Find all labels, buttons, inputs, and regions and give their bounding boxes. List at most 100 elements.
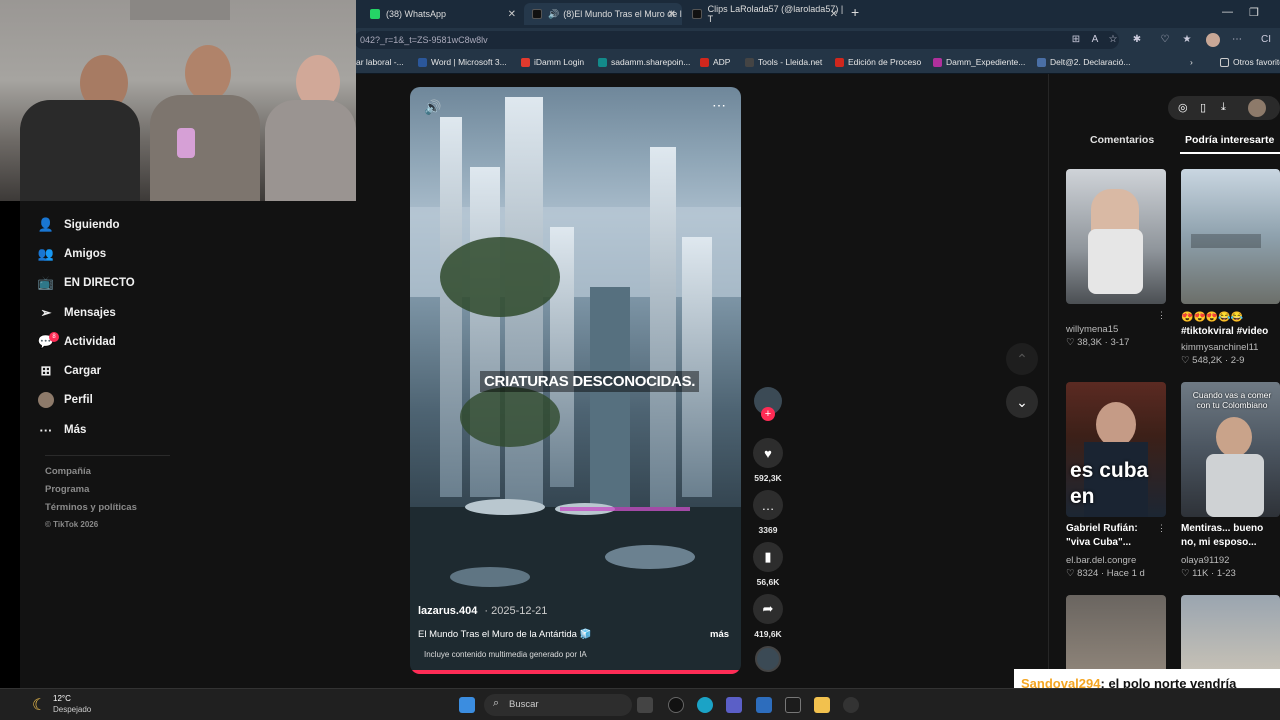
tiktok-app-icon[interactable] bbox=[668, 697, 684, 713]
bookmark-folder[interactable]: Otros favoritos bbox=[1220, 57, 1280, 67]
app-icon[interactable] bbox=[785, 697, 801, 713]
comment-button[interactable]: … 3369 bbox=[752, 490, 784, 535]
sidebar-item-profile[interactable]: Perfil bbox=[37, 392, 93, 408]
bookmark-item[interactable]: iDamm Login bbox=[521, 57, 584, 67]
sidebar-item-upload[interactable]: ⊞ Cargar bbox=[37, 363, 102, 379]
folder-icon bbox=[1220, 57, 1229, 67]
translate-icon[interactable]: A bbox=[1088, 33, 1102, 47]
tab-label: (38) WhatsApp bbox=[386, 9, 447, 19]
follow-plus-icon[interactable]: + bbox=[761, 407, 775, 421]
close-tab-icon[interactable]: ✕ bbox=[830, 9, 838, 20]
sharepoint-icon bbox=[598, 57, 607, 67]
extensions-icon[interactable]: ✱ bbox=[1130, 33, 1144, 47]
weather-status[interactable]: Despejado bbox=[53, 705, 91, 714]
tab-recommendations[interactable]: Podría interesarte bbox=[1185, 134, 1274, 146]
save-button[interactable]: ▮ 56,6K bbox=[752, 542, 784, 587]
video-thumbnail[interactable] bbox=[1066, 595, 1166, 675]
footer-link-company[interactable]: Compañía bbox=[45, 466, 91, 477]
card-user[interactable]: willymena15 bbox=[1066, 324, 1118, 335]
download-icon[interactable]: ⤓ bbox=[1221, 101, 1226, 114]
copyright: © TikTok 2026 bbox=[45, 520, 99, 529]
compass-icon[interactable]: ◎ bbox=[1178, 101, 1188, 114]
close-tab-icon[interactable]: ✕ bbox=[668, 9, 676, 20]
folder-icon[interactable] bbox=[814, 697, 830, 713]
card-menu-icon[interactable]: ⋮ bbox=[1157, 310, 1166, 321]
sidebar-item-more[interactable]: ··· Más bbox=[37, 422, 87, 438]
volume-icon[interactable]: 🔊 bbox=[424, 99, 441, 116]
comment-icon: … bbox=[753, 490, 783, 520]
phone-icon[interactable]: ▯ bbox=[1200, 101, 1206, 114]
thumbnail-overlay-text: es cuba en bbox=[1070, 459, 1149, 508]
app-icon[interactable]: ⊞ bbox=[1069, 33, 1083, 47]
browser-essentials-icon[interactable]: ♡ bbox=[1158, 33, 1172, 47]
restore-button[interactable]: ❐ bbox=[1249, 6, 1259, 19]
card-title[interactable]: Gabriel Rufián: "viva Cuba"... bbox=[1066, 522, 1154, 550]
url-input[interactable]: 042?_r=1&_t=ZS-9581wC8w8lv bbox=[354, 31, 1119, 49]
video-date: 2025-12-21 bbox=[491, 605, 548, 617]
new-tab-button[interactable]: + bbox=[851, 4, 859, 20]
card-menu-icon[interactable]: ⋮ bbox=[1157, 523, 1166, 534]
tab-comments[interactable]: Comentarios bbox=[1090, 134, 1154, 146]
sidebar-item-messages[interactable]: ➢ Mensajes bbox=[37, 305, 116, 321]
chevron-right-icon[interactable]: › bbox=[1190, 57, 1193, 67]
weather-temp[interactable]: 12°C bbox=[53, 694, 71, 703]
tab-tiktok-video[interactable]: 🔊 (8)El Mundo Tras el Muro de l ✕ bbox=[524, 3, 682, 25]
footer-link-terms[interactable]: Términos y políticas bbox=[45, 502, 137, 513]
edge-icon[interactable] bbox=[697, 697, 713, 713]
close-tab-icon[interactable]: ✕ bbox=[508, 9, 516, 20]
tab-whatsapp[interactable]: (38) WhatsApp ✕ bbox=[362, 3, 522, 25]
card-title[interactable]: 😍😍😍😂😂 #tiktokviral #video bbox=[1181, 311, 1280, 339]
video-player[interactable]: 🔊 ⋯ CRIATURAS DESCONOCIDAS. lazarus.404 … bbox=[410, 87, 741, 674]
sound-avatar[interactable] bbox=[752, 646, 784, 672]
video-thumbnail[interactable]: es cuba en bbox=[1066, 382, 1166, 517]
card-title[interactable]: Mentiras... bueno no, mi esposo... bbox=[1181, 522, 1276, 550]
bookmark-item[interactable]: Damm_Expediente... bbox=[933, 57, 1025, 67]
card-meta: ♡ 548,2K · 2-9 bbox=[1181, 355, 1245, 366]
card-user[interactable]: kimmysanchinel11 bbox=[1181, 342, 1258, 353]
bookmark-item[interactable]: sadamm.sharepoin... bbox=[598, 57, 690, 67]
footer-link-program[interactable]: Programa bbox=[45, 484, 89, 495]
tools-icon bbox=[745, 57, 754, 67]
thumbnail-overlay-text: Cuando vas a comer con tu Colombiano bbox=[1192, 390, 1272, 410]
video-thumbnail[interactable] bbox=[1066, 169, 1166, 304]
previous-video-button[interactable]: ⌃ bbox=[1006, 343, 1038, 375]
taskbar-search[interactable]: ⌕ Buscar bbox=[484, 694, 632, 716]
bookmark-item[interactable]: Delt@2. Declaració... bbox=[1037, 57, 1130, 67]
next-video-button[interactable]: ⌄ bbox=[1006, 386, 1038, 418]
windows-start-icon[interactable] bbox=[459, 697, 475, 713]
minimize-button[interactable]: — bbox=[1222, 6, 1233, 18]
copilot-button[interactable]: CI bbox=[1252, 33, 1280, 47]
more-options-icon[interactable]: ⋯ bbox=[712, 97, 726, 114]
sidebar-item-following[interactable]: 👤 Siguiendo bbox=[37, 217, 120, 233]
video-caption-overlay: CRIATURAS DESCONOCIDAS. bbox=[480, 371, 700, 392]
screen: (38) WhatsApp ✕ 🔊 (8)El Mundo Tras el Mu… bbox=[0, 0, 1280, 720]
share-button[interactable]: ➦ 419,6K bbox=[752, 594, 784, 639]
video-thumbnail[interactable] bbox=[1181, 169, 1280, 304]
tab-clips[interactable]: Clips LaRolada57 (@larolada57) | T ✕ bbox=[684, 3, 844, 25]
bookmark-item[interactable]: Tools - Lleida.net bbox=[745, 57, 822, 67]
sidebar-item-live[interactable]: 📺 EN DIRECTO bbox=[37, 275, 135, 291]
card-user[interactable]: el.bar.del.congre bbox=[1066, 555, 1136, 566]
video-thumbnail[interactable]: Cuando vas a comer con tu Colombiano bbox=[1181, 382, 1280, 517]
like-button[interactable]: ♥ 592,3K bbox=[752, 438, 784, 483]
bookmark-item[interactable]: Word | Microsoft 3... bbox=[418, 57, 507, 67]
star-icon[interactable]: ☆ bbox=[1106, 33, 1120, 47]
card-user[interactable]: olaya91192 bbox=[1181, 555, 1229, 566]
bookmark-item[interactable]: ar laboral -... bbox=[356, 57, 404, 67]
obs-icon[interactable] bbox=[843, 697, 859, 713]
creator-avatar[interactable]: + bbox=[752, 387, 784, 421]
menu-icon[interactable]: ⋯ bbox=[1230, 33, 1244, 47]
bookmark-item[interactable]: ADP bbox=[700, 57, 730, 67]
more-button[interactable]: más bbox=[710, 629, 729, 640]
favorites-icon[interactable]: ★ bbox=[1180, 33, 1194, 47]
task-view-icon[interactable] bbox=[637, 697, 653, 713]
avatar[interactable] bbox=[1206, 33, 1220, 47]
avatar[interactable] bbox=[1248, 99, 1266, 117]
video-thumbnail[interactable] bbox=[1181, 595, 1280, 675]
store-icon[interactable] bbox=[756, 697, 772, 713]
bookmark-item[interactable]: Edición de Proceso bbox=[835, 57, 921, 67]
process-icon bbox=[835, 57, 844, 67]
teams-icon[interactable] bbox=[726, 697, 742, 713]
sidebar-item-friends[interactable]: 👥 Amigos bbox=[37, 246, 106, 262]
video-author[interactable]: lazarus.404 · 2025-12-21 bbox=[418, 605, 547, 617]
